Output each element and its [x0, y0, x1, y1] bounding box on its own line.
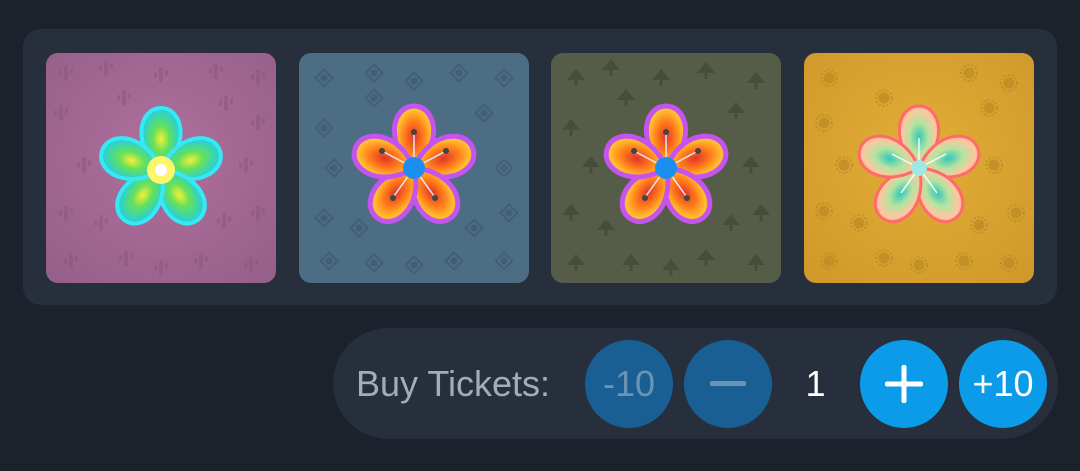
cyan-flower-icon — [46, 53, 276, 283]
ticket-quantity[interactable]: 1 — [773, 362, 858, 406]
tile-olive[interactable] — [551, 53, 781, 283]
plus-10-button[interactable]: +10 — [959, 340, 1047, 428]
tile-blue[interactable] — [299, 53, 529, 283]
minus-10-button[interactable]: -10 — [585, 340, 673, 428]
buy-tickets-label: Buy Tickets: — [356, 363, 551, 404]
tile-pink[interactable] — [46, 53, 276, 283]
tile-gold[interactable] — [804, 53, 1034, 283]
plus-button[interactable] — [860, 340, 948, 428]
plus-icon — [885, 365, 923, 403]
orange-flower-icon — [299, 53, 529, 283]
minus-10-label: -10 — [602, 363, 656, 404]
game-screen: Buy Tickets: -10 1 +10 — [0, 0, 1080, 471]
orange-flower-icon — [551, 53, 781, 283]
minus-icon — [710, 381, 746, 386]
buy-tickets-bar: Buy Tickets: -10 1 +10 — [333, 328, 1058, 439]
plus-10-label: +10 — [972, 363, 1034, 404]
flower-tiles-panel — [23, 29, 1057, 305]
minus-button[interactable] — [684, 340, 772, 428]
pastel-flower-icon — [804, 53, 1034, 283]
